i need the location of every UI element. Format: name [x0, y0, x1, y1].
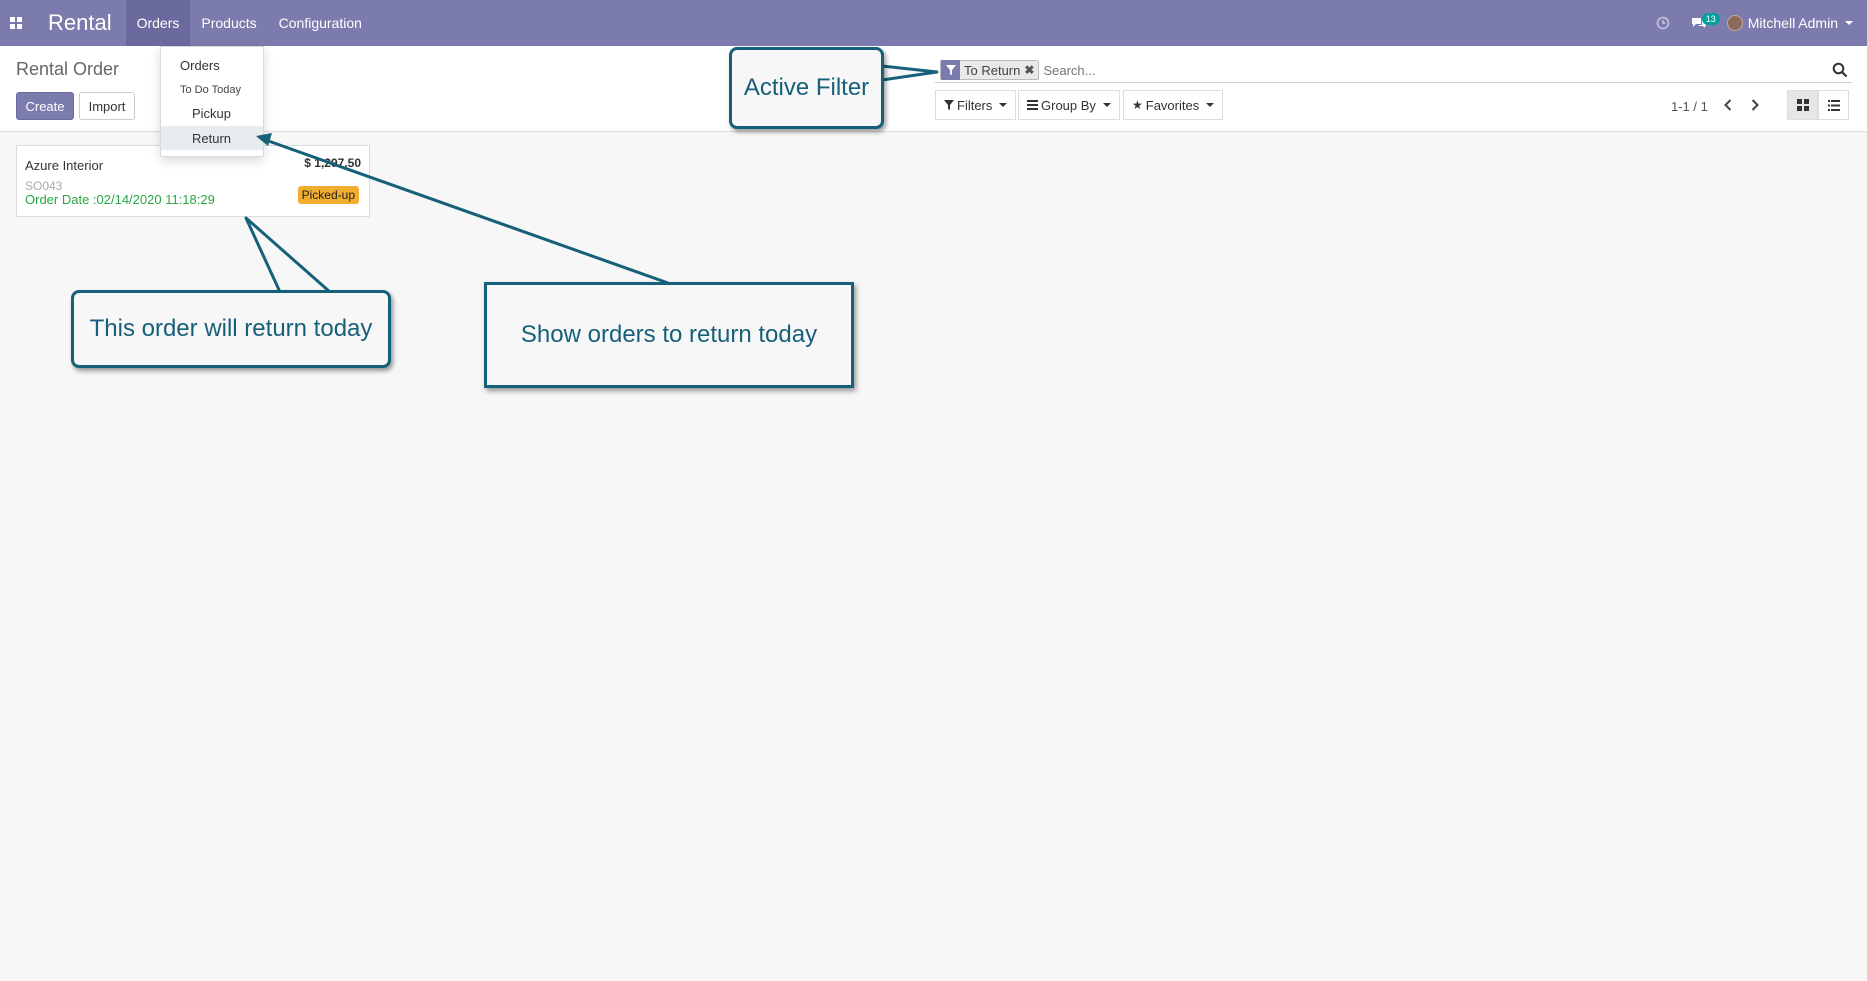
top-navbar: Rental Orders Products Configuration 13 …	[0, 0, 1867, 46]
active-filter-text: Active Filter	[743, 74, 870, 101]
control-panel: Rental Order Create Import To Return ✖ F…	[0, 46, 1867, 132]
kanban-icon	[1796, 99, 1809, 111]
menu-orders[interactable]: Orders	[125, 0, 191, 46]
filter-icon	[941, 60, 960, 80]
app-name[interactable]: Rental	[32, 0, 126, 46]
order-date: Order Date :02/14/2020 11:18:29	[25, 192, 215, 207]
order-amount: $ 1,297.50	[304, 156, 361, 170]
menu-item-orders[interactable]: Orders	[180, 58, 220, 73]
import-button[interactable]: Import	[79, 92, 135, 120]
customer-name: Azure Interior	[25, 158, 104, 173]
group-by-button[interactable]: Group By	[1018, 90, 1120, 120]
menu-header-to-do-today: To Do Today	[180, 84, 241, 96]
facet-label: To Return	[964, 62, 1021, 78]
status-badge: Picked-up	[297, 186, 359, 204]
order-reference: SO043	[25, 179, 63, 193]
chevron-down-icon	[1845, 21, 1853, 25]
menu-item-pickup[interactable]: Pickup	[192, 106, 231, 121]
chevron-right-icon[interactable]	[1748, 98, 1762, 112]
favorites-button[interactable]: ★ Favorites	[1123, 90, 1224, 120]
order-return-text: This order will return today	[89, 315, 373, 342]
menu-products[interactable]: Products	[190, 0, 267, 46]
active-filter-callout: Active Filter	[729, 47, 884, 129]
close-icon[interactable]: ✖	[1024, 63, 1038, 77]
pager-value[interactable]: 1-1 / 1	[1671, 99, 1708, 114]
show-orders-callout: Show orders to return today	[484, 282, 854, 388]
list-icon	[1827, 99, 1840, 111]
messaging-icon[interactable]: 13	[1681, 0, 1720, 46]
show-orders-text: Show orders to return today	[520, 321, 818, 348]
menu-item-return[interactable]: Return	[161, 126, 263, 150]
kanban-view-button[interactable]	[1787, 90, 1818, 120]
chevron-left-icon[interactable]	[1721, 98, 1735, 112]
activity-clock-icon[interactable]	[1645, 0, 1681, 46]
chevron-down-icon	[1206, 103, 1215, 107]
chevron-down-icon	[999, 103, 1008, 107]
order-return-callout: This order will return today	[71, 290, 391, 368]
search-icon[interactable]	[1832, 62, 1848, 78]
filter-icon	[944, 100, 954, 110]
page-title: Rental Order	[16, 59, 120, 79]
user-name: Mitchell Admin	[1747, 15, 1838, 31]
apps-menu-icon[interactable]	[0, 0, 32, 46]
group-by-label: Group By	[1041, 97, 1096, 113]
filters-button[interactable]: Filters	[935, 90, 1017, 120]
orders-dropdown-menu: Orders To Do Today Pickup Return	[160, 46, 264, 157]
bars-icon	[1027, 100, 1038, 110]
messages-count-badge: 13	[1701, 13, 1720, 25]
list-view-button[interactable]	[1818, 90, 1849, 120]
search-bar: To Return ✖	[935, 58, 1852, 83]
avatar	[1726, 15, 1743, 31]
search-input[interactable]	[1043, 62, 1804, 78]
menu-configuration[interactable]: Configuration	[268, 0, 373, 46]
order-callout-pointer	[244, 216, 332, 294]
search-facet[interactable]: To Return ✖	[940, 60, 1040, 80]
favorites-label: Favorites	[1145, 97, 1200, 113]
chevron-down-icon	[1102, 103, 1111, 107]
filters-label: Filters	[957, 97, 993, 113]
create-button[interactable]: Create	[16, 92, 74, 120]
user-menu[interactable]: Mitchell Admin	[1717, 0, 1867, 46]
star-icon: ★	[1132, 98, 1143, 112]
